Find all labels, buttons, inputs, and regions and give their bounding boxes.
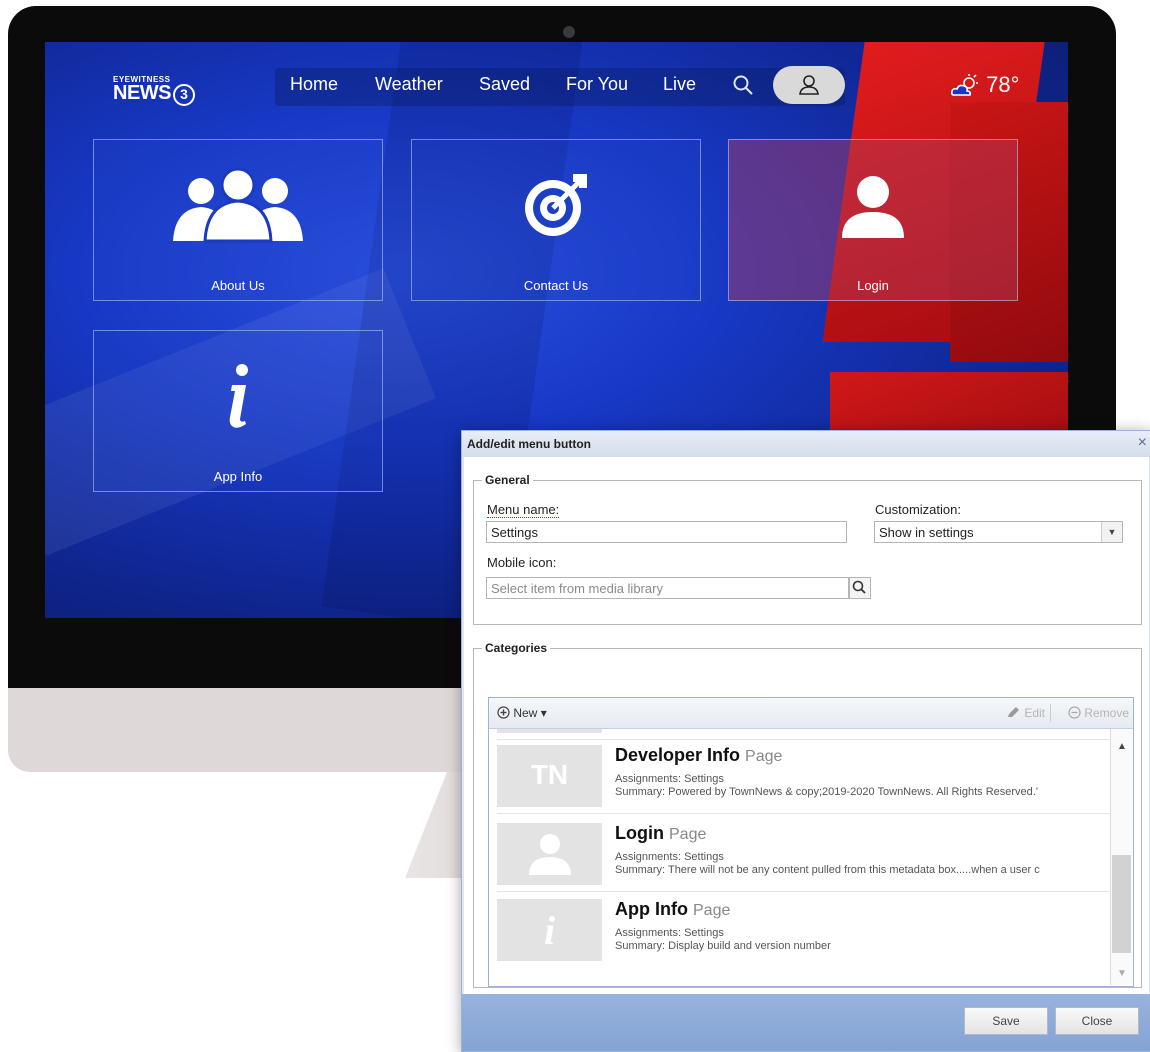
customization-select[interactable]: Show in settings ▼ (874, 521, 1123, 543)
list-item[interactable]: TN Developer Info Page Assignments: Sett… (497, 739, 1109, 814)
mobile-icon-input[interactable]: Select item from media library (486, 577, 849, 599)
dialog-header: Add/edit menu button × (462, 431, 1150, 457)
tile-contact-us[interactable]: Contact Us (411, 139, 701, 301)
item-assignments: Assignments: Settings (615, 851, 724, 863)
item-thumbnail (497, 729, 602, 733)
customization-label: Customization: (875, 502, 961, 517)
item-type: Page (745, 748, 783, 765)
categories-legend: Categories (485, 641, 548, 655)
item-thumbnail (497, 823, 602, 885)
general-legend: General (485, 473, 530, 487)
item-summary: Summary: Display build and version numbe… (615, 940, 831, 952)
tile-about-us[interactable]: About Us (93, 139, 383, 301)
nav-saved[interactable]: Saved (479, 74, 530, 95)
remove-label: Remove (1084, 706, 1129, 720)
menu-name-label: Menu name: (487, 502, 560, 518)
item-thumbnail: TN (497, 745, 602, 807)
nav-home[interactable]: Home (290, 74, 338, 95)
partly-cloudy-icon (950, 74, 978, 96)
item-type: Page (693, 902, 731, 919)
tile-label: App Info (213, 469, 263, 484)
pencil-icon (1007, 707, 1019, 717)
dropdown-arrow-icon[interactable]: ▼ (1101, 522, 1122, 542)
new-button[interactable]: New ▾ (497, 706, 547, 720)
info-thumbnail-icon: i (543, 908, 556, 953)
news-logo[interactable]: EYEWITNESS NEWS 3 (113, 76, 195, 106)
add-edit-dialog: Add/edit menu button × General Menu name… (461, 430, 1150, 1052)
camera-dot (563, 26, 575, 38)
remove-circle-icon (1068, 706, 1081, 719)
general-fieldset: General (473, 473, 1142, 625)
category-list: TN Developer Info Page Assignments: Sett… (489, 729, 1109, 985)
temperature: 78° (986, 72, 1020, 97)
item-summary: Summary: Powered by TownNews & copy;2019… (615, 786, 1038, 798)
item-thumbnail: i (497, 899, 602, 961)
list-item[interactable]: Login Page Assignments: Settings Summary… (497, 817, 1109, 892)
person-thumbnail-icon (529, 834, 571, 875)
categories-grid: New ▾ Edit Remove TN Developer Info Page… (488, 697, 1134, 987)
scroll-up-icon[interactable]: ▲ (1117, 741, 1127, 752)
tile-app-info[interactable]: App Info (93, 330, 383, 492)
item-title: App Info Page (615, 899, 730, 920)
item-assignments: Assignments: Settings (615, 927, 724, 939)
dialog-title: Add/edit menu button (467, 437, 591, 451)
list-item[interactable]: i App Info Page Assignments: Settings Su… (497, 893, 1109, 967)
customization-value: Show in settings (879, 525, 974, 540)
toolbar-divider (1050, 704, 1051, 722)
tile-label: Login (857, 278, 889, 293)
save-button[interactable]: Save (964, 1007, 1048, 1035)
item-title-text: Developer Info (615, 745, 741, 765)
item-title-text: Login (615, 823, 664, 843)
edit-button[interactable]: Edit (1007, 706, 1045, 720)
dialog-body: General Menu name: Settings Customizatio… (464, 457, 1149, 994)
target-icon (412, 170, 700, 245)
edit-label: Edit (1024, 706, 1045, 720)
logo-word: NEWS (113, 82, 172, 104)
nav-weather[interactable]: Weather (375, 74, 443, 95)
nav-live[interactable]: Live (663, 74, 696, 95)
mobile-icon-label: Mobile icon: (487, 555, 557, 570)
item-title-text: App Info (615, 899, 688, 919)
menu-name-input[interactable]: Settings (486, 521, 847, 543)
item-title: Developer Info Page (615, 745, 782, 766)
scroll-thumb[interactable] (1112, 855, 1131, 953)
remove-button[interactable]: Remove (1068, 706, 1129, 720)
new-label: New (513, 706, 538, 720)
tile-label: Contact Us (523, 278, 589, 293)
user-icon (799, 75, 819, 95)
nav-bar (275, 68, 845, 106)
media-search-icon[interactable] (849, 577, 871, 599)
grid-toolbar: New ▾ Edit Remove (489, 698, 1133, 729)
list-scrollbar[interactable]: ▲ ▼ (1110, 729, 1133, 985)
profile-button[interactable] (773, 66, 845, 104)
nav-for-you[interactable]: For You (566, 74, 628, 95)
logo-number: 3 (173, 84, 195, 106)
search-icon[interactable] (732, 74, 756, 98)
close-button[interactable]: Close (1055, 1007, 1139, 1035)
person-icon (729, 174, 1017, 245)
dialog-footer: Save Close (462, 994, 1150, 1051)
item-title: Login Page (615, 823, 706, 844)
tile-login[interactable]: Login (728, 139, 1018, 301)
tile-label: About Us (211, 278, 265, 293)
add-circle-icon (497, 706, 510, 719)
item-type: Page (669, 826, 707, 843)
top-nav: EYEWITNESS NEWS 3 Home Weather Saved For … (45, 64, 1068, 108)
info-icon (94, 361, 382, 436)
item-assignments: Assignments: Settings (615, 773, 724, 785)
weather-widget[interactable]: 78° (950, 72, 1019, 99)
close-icon[interactable]: × (1138, 435, 1147, 451)
scroll-down-icon[interactable]: ▼ (1117, 968, 1127, 979)
item-summary: Summary: There will not be any content p… (615, 864, 1040, 876)
tn-logo-icon: TN (530, 759, 569, 790)
people-icon (94, 165, 382, 250)
